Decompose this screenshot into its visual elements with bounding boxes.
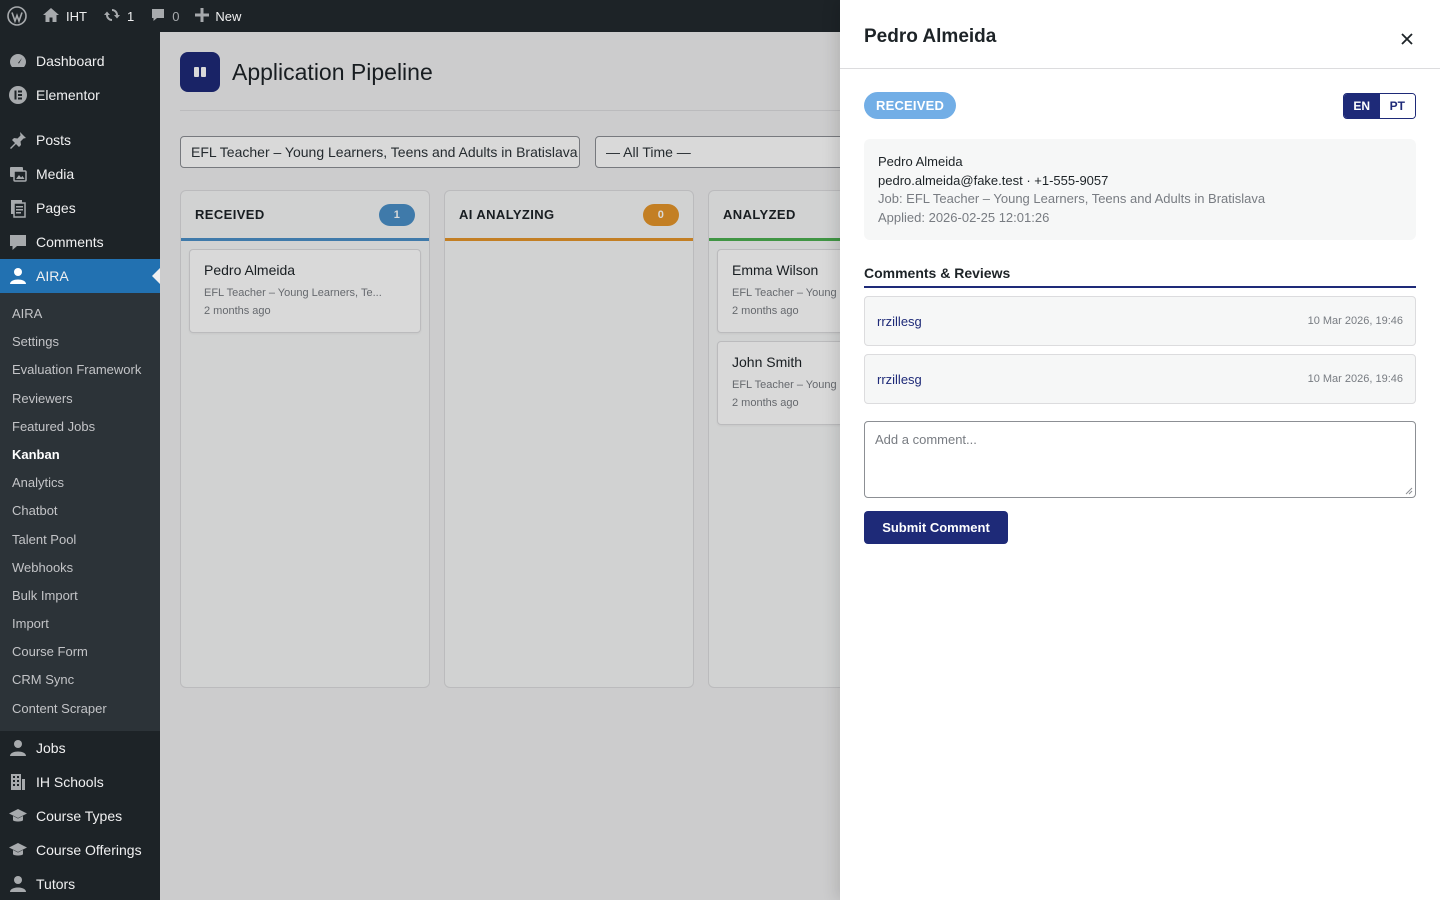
media-icon <box>8 164 28 184</box>
site-name: IHT <box>66 8 87 24</box>
updates-link[interactable]: 1 <box>95 0 142 32</box>
submenu-item-chatbot[interactable]: Chatbot <box>0 497 160 525</box>
menu-item-posts[interactable]: Posts <box>0 123 160 157</box>
submenu-item-analytics[interactable]: Analytics <box>0 469 160 497</box>
submenu-item-settings[interactable]: Settings <box>0 328 160 356</box>
menu-label: AIRA <box>36 268 69 284</box>
menu-item-aira[interactable]: AIRA <box>0 259 160 293</box>
submenu-item-bulk-import[interactable]: Bulk Import <box>0 582 160 610</box>
comments-section-divider <box>864 286 1416 288</box>
wordpress-logo-icon[interactable] <box>0 0 34 32</box>
comment-item: rrzillesg 10 Mar 2026, 19:46 <box>864 296 1416 346</box>
elementor-icon <box>8 85 28 105</box>
comment-date: 10 Mar 2026, 19:46 <box>1307 373 1403 385</box>
menu-label: Dashboard <box>36 53 105 69</box>
submenu-item-content-scraper[interactable]: Content Scraper <box>0 695 160 723</box>
menu-item-ih-schools[interactable]: IH Schools <box>0 765 160 799</box>
admin-sidebar: Dashboard Elementor Posts Media Pages Co… <box>0 32 160 900</box>
submenu-item-webhooks[interactable]: Webhooks <box>0 554 160 582</box>
pin-icon <box>8 130 28 150</box>
menu-item-jobs[interactable]: Jobs <box>0 731 160 765</box>
menu-item-course-types[interactable]: Course Types <box>0 799 160 833</box>
pages-icon <box>8 198 28 218</box>
comment-author: rrzillesg <box>877 313 922 329</box>
new-label: New <box>215 8 242 24</box>
submenu-item-kanban[interactable]: Kanban <box>0 441 160 469</box>
menu-label: Media <box>36 166 75 182</box>
submenu-item-featured-jobs[interactable]: Featured Jobs <box>0 413 160 441</box>
submenu-item-aira[interactable]: AIRA <box>0 300 160 328</box>
site-name-link[interactable]: IHT <box>34 0 95 32</box>
submenu-item-talent-pool[interactable]: Talent Pool <box>0 526 160 554</box>
comment-textarea[interactable]: Add a comment... <box>864 421 1416 498</box>
menu-label: Elementor <box>36 87 100 103</box>
user-icon <box>8 874 28 894</box>
comment-date: 10 Mar 2026, 19:46 <box>1307 315 1403 327</box>
graduation-icon <box>8 840 28 860</box>
comment-placeholder: Add a comment... <box>875 432 977 447</box>
comments-count: 0 <box>172 8 180 24</box>
new-content-link[interactable]: New <box>187 0 249 32</box>
user-icon <box>8 738 28 758</box>
refresh-icon <box>103 6 121 27</box>
menu-label: Jobs <box>36 739 66 756</box>
menu-item-tutors[interactable]: Tutors <box>0 867 160 900</box>
menu-label: IH Schools <box>36 773 104 790</box>
submenu-item-reviewers[interactable]: Reviewers <box>0 385 160 413</box>
building-icon <box>8 772 28 792</box>
lang-en-button[interactable]: EN <box>1344 94 1380 118</box>
menu-label: Comments <box>36 234 104 250</box>
submenu-item-evaluation-framework[interactable]: Evaluation Framework <box>0 356 160 384</box>
user-icon <box>8 266 28 286</box>
comments-icon <box>8 232 28 252</box>
comment-author: rrzillesg <box>877 371 922 387</box>
comments-link[interactable]: 0 <box>142 0 187 32</box>
menu-item-course-offerings[interactable]: Course Offerings <box>0 833 160 867</box>
info-name: Pedro Almeida <box>878 154 963 169</box>
home-icon <box>42 7 60 26</box>
submenu-item-course-form[interactable]: Course Form <box>0 638 160 666</box>
info-job: Job: EFL Teacher – Young Learners, Teens… <box>878 191 1266 206</box>
resize-grip-icon[interactable] <box>1405 487 1413 495</box>
panel-title: Pedro Almeida <box>864 26 997 47</box>
comment-bubble-icon <box>150 7 166 26</box>
submit-comment-button[interactable]: Submit Comment <box>864 511 1008 544</box>
lang-pt-button[interactable]: PT <box>1379 94 1415 118</box>
graduation-icon <box>8 806 28 826</box>
language-toggle: EN PT <box>1343 93 1416 119</box>
dashboard-icon <box>8 51 28 71</box>
info-contact: pedro.almeida@fake.test · +1-555-9057 <box>878 172 1109 188</box>
applicant-info-box: Pedro Almeida pedro.almeida@fake.test · … <box>864 139 1416 240</box>
panel-header: Pedro Almeida <box>840 0 1440 69</box>
aira-submenu: AIRA Settings Evaluation Framework Revie… <box>0 293 160 731</box>
menu-item-comments[interactable]: Comments <box>0 225 160 259</box>
comments-section-title: Comments & Reviews <box>864 265 1011 281</box>
menu-item-media[interactable]: Media <box>0 157 160 191</box>
menu-label: Posts <box>36 132 72 148</box>
menu-label: Course Offerings <box>36 841 142 858</box>
applicant-detail-panel: Pedro Almeida RECEIVED EN PT Pedro Almei… <box>840 0 1440 900</box>
menu-item-pages[interactable]: Pages <box>0 191 160 225</box>
menu-label: Tutors <box>36 875 76 892</box>
submenu-item-crm-sync[interactable]: CRM Sync <box>0 666 160 694</box>
menu-label: Pages <box>36 200 76 216</box>
updates-count: 1 <box>126 8 135 24</box>
menu-label: Course Types <box>36 807 123 824</box>
plus-icon <box>195 7 210 25</box>
comment-item: rrzillesg 10 Mar 2026, 19:46 <box>864 354 1416 404</box>
status-badge: RECEIVED <box>864 92 957 119</box>
submenu-item-import[interactable]: Import <box>0 610 160 638</box>
info-applied: Applied: 2026-02-25 12:01:26 <box>878 209 1050 225</box>
close-icon[interactable] <box>1398 30 1416 48</box>
menu-item-dashboard[interactable]: Dashboard <box>0 44 160 78</box>
menu-item-elementor[interactable]: Elementor <box>0 78 160 112</box>
